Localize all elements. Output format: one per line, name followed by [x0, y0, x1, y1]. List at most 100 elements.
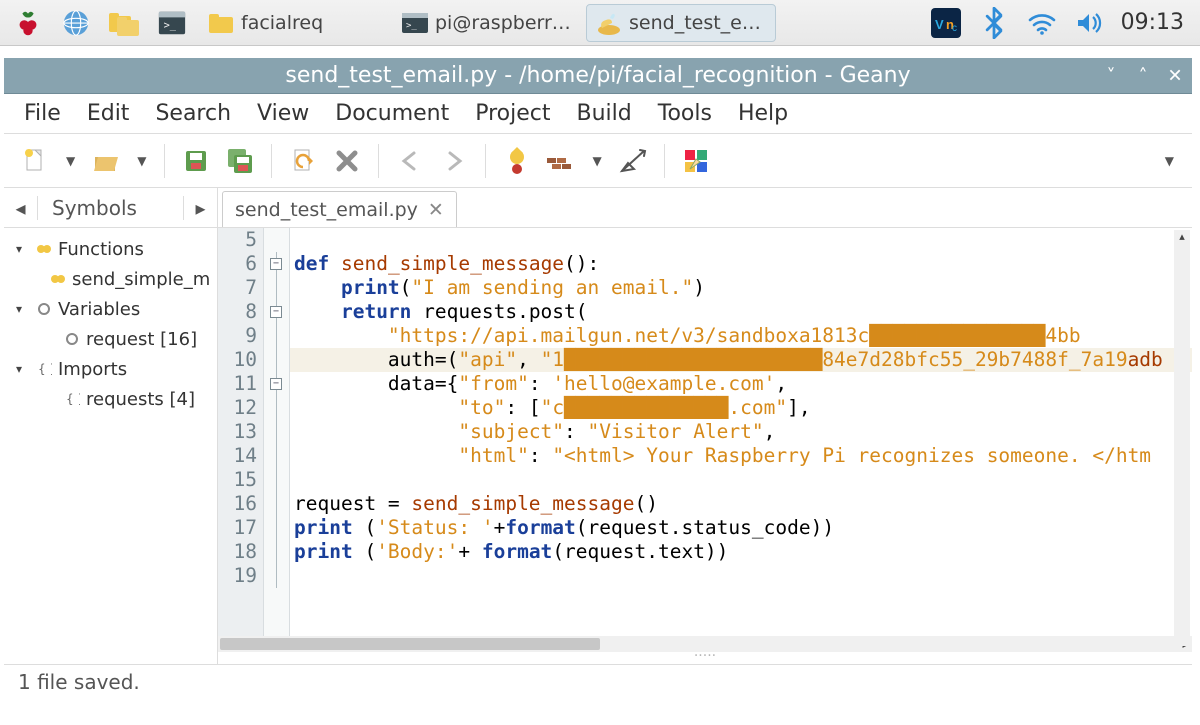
fold-gutter[interactable]: − − −: [264, 228, 290, 636]
status-bar: 1 file saved.: [4, 664, 1192, 698]
vertical-scrollbar[interactable]: ▴: [1174, 230, 1190, 646]
editor-body[interactable]: 5678910111213141516171819 − − − def send_s…: [218, 228, 1192, 636]
save-button[interactable]: [177, 142, 215, 180]
code-line[interactable]: "html": "<html> Your Raspberry Pi recogn…: [290, 444, 1192, 468]
code-line[interactable]: print("I am sending an email."): [290, 276, 1192, 300]
save-all-button[interactable]: [221, 142, 259, 180]
window-titlebar[interactable]: send_test_email.py - /home/pi/facial_rec…: [4, 58, 1192, 94]
menu-file[interactable]: File: [14, 97, 71, 130]
open-recent-dropdown[interactable]: ▼: [131, 154, 152, 168]
menu-document[interactable]: Document: [325, 97, 459, 130]
close-file-button[interactable]: [328, 142, 366, 180]
menu-tools[interactable]: Tools: [648, 97, 722, 130]
symbol-label: Variables: [58, 299, 140, 320]
symbol-fn-icon: [50, 271, 66, 287]
svg-text:{ }: { }: [38, 362, 52, 376]
code-line[interactable]: request = send_simple_message(): [290, 492, 1192, 516]
symbol-label: Functions: [58, 239, 144, 260]
symbol-tree-row[interactable]: ▾{ }Imports: [8, 354, 213, 384]
pane-resize-grip[interactable]: ·····: [218, 652, 1192, 664]
close-tab-icon[interactable]: ✕: [428, 199, 444, 221]
sidebar-tab-next[interactable]: ▸: [183, 196, 217, 220]
symbol-tree-row[interactable]: { }requests [4]: [8, 384, 213, 414]
svg-text:>_: >_: [164, 19, 177, 31]
run-button[interactable]: [614, 142, 652, 180]
lamp-icon: [595, 9, 623, 37]
svg-text:{ }: { }: [66, 392, 80, 406]
editor-tab[interactable]: send_test_email.py ✕: [222, 191, 457, 227]
terminal-launcher-icon[interactable]: >_: [150, 4, 194, 42]
code-area[interactable]: def send_simple_message(): print("I am s…: [290, 228, 1192, 636]
menu-project[interactable]: Project: [465, 97, 560, 130]
build-button[interactable]: [542, 142, 580, 180]
menu-edit[interactable]: Edit: [77, 97, 140, 130]
menu-view[interactable]: View: [247, 97, 319, 130]
symbol-var-icon: [64, 331, 80, 347]
sidebar: ◂ Symbols ▸ ▾Functions send_simple_m ▾Vari…: [4, 188, 218, 664]
symbol-imp-icon: { }: [64, 391, 80, 407]
menu-search[interactable]: Search: [145, 97, 241, 130]
menu-build[interactable]: Build: [567, 97, 642, 130]
taskbar-item-label: send_test_e…: [629, 12, 761, 34]
volume-icon[interactable]: [1073, 6, 1107, 40]
code-line[interactable]: "to": ["c██████████████.com"],: [290, 396, 1192, 420]
taskbar-item[interactable]: >_ pi@raspberr…: [392, 4, 582, 42]
svg-text:c: c: [952, 23, 957, 34]
bluetooth-icon[interactable]: [977, 6, 1011, 40]
web-browser-icon[interactable]: [54, 4, 98, 42]
menu-help[interactable]: Help: [728, 97, 798, 130]
taskbar-item[interactable]: send_test_e…: [586, 4, 776, 42]
taskbar-item[interactable]: facialreq: [198, 4, 388, 42]
raspberry-menu-icon[interactable]: [6, 4, 50, 42]
nav-forward-button[interactable]: [435, 142, 473, 180]
maximize-button[interactable]: ˄: [1132, 65, 1154, 86]
code-line[interactable]: [290, 468, 1192, 492]
code-line[interactable]: def send_simple_message():: [290, 252, 1192, 276]
terminal-icon: >_: [401, 9, 429, 37]
taskbar-item-label: pi@raspberr…: [435, 12, 571, 34]
symbol-tree-row[interactable]: request [16]: [8, 324, 213, 354]
symbol-imp-icon: { }: [36, 361, 52, 377]
fold-toggle[interactable]: −: [270, 306, 282, 318]
compile-button[interactable]: [498, 142, 536, 180]
symbol-label: send_simple_m: [72, 269, 210, 290]
fold-toggle[interactable]: −: [270, 378, 282, 390]
fold-toggle[interactable]: −: [270, 258, 282, 270]
nav-back-button[interactable]: [391, 142, 429, 180]
line-number-gutter: 5678910111213141516171819: [218, 228, 264, 636]
code-line[interactable]: data={"from": 'hello@example.com',: [290, 372, 1192, 396]
open-file-button[interactable]: [87, 142, 125, 180]
status-message: 1 file saved.: [18, 670, 140, 694]
new-file-dropdown[interactable]: ▼: [60, 154, 81, 168]
new-file-button[interactable]: [16, 142, 54, 180]
symbol-tree-row[interactable]: ▾Functions: [8, 234, 213, 264]
symbol-tree-row[interactable]: ▾Variables: [8, 294, 213, 324]
code-line[interactable]: [290, 564, 1192, 588]
svg-text:>_: >_: [406, 21, 417, 31]
clock[interactable]: 09:13: [1121, 10, 1184, 35]
symbol-var-icon: [36, 301, 52, 317]
toolbar-overflow[interactable]: ▼: [1159, 154, 1180, 168]
code-line[interactable]: print ('Status: '+format(request.status_…: [290, 516, 1192, 540]
symbol-label: Imports: [58, 359, 127, 380]
sidebar-tab-symbols[interactable]: Symbols: [38, 196, 183, 220]
color-chooser-button[interactable]: [677, 142, 715, 180]
code-line[interactable]: [290, 228, 1192, 252]
minimize-button[interactable]: ˅: [1100, 65, 1122, 86]
svg-text:V: V: [935, 17, 944, 32]
wifi-icon[interactable]: [1025, 6, 1059, 40]
file-manager-icon[interactable]: [102, 4, 146, 42]
vnc-icon[interactable]: Vnc: [929, 6, 963, 40]
close-window-button[interactable]: ✕: [1164, 65, 1186, 86]
symbol-tree-row[interactable]: send_simple_m: [8, 264, 213, 294]
menu-bar: FileEditSearchViewDocumentProjectBuildTo…: [4, 94, 1192, 134]
reload-button[interactable]: [284, 142, 322, 180]
sidebar-tab-prev[interactable]: ◂: [4, 196, 38, 220]
code-line[interactable]: print ('Body:'+ format(request.text)): [290, 540, 1192, 564]
code-line[interactable]: "subject": "Visitor Alert",: [290, 420, 1192, 444]
symbol-tree[interactable]: ▾Functions send_simple_m ▾Variablesrequest…: [4, 228, 217, 664]
code-line[interactable]: auth=("api", "1██████████████████████84e…: [290, 348, 1192, 372]
build-dropdown[interactable]: ▼: [586, 154, 607, 168]
code-line[interactable]: return requests.post(: [290, 300, 1192, 324]
code-line[interactable]: "https://api.mailgun.net/v3/sandboxa1813…: [290, 324, 1192, 348]
